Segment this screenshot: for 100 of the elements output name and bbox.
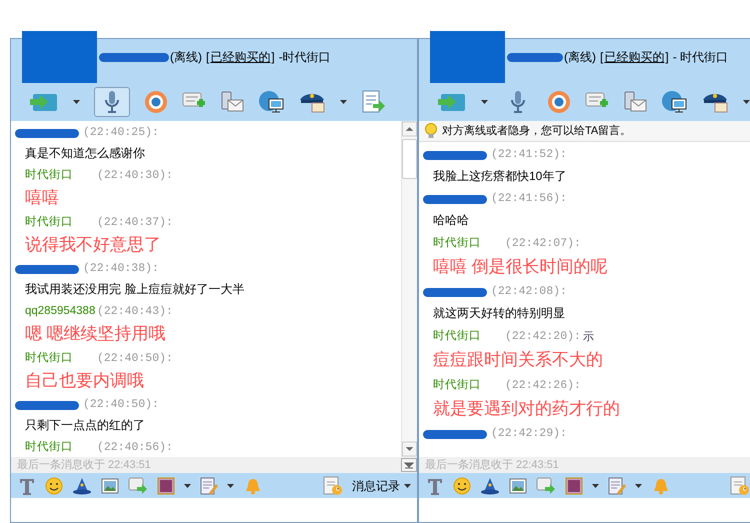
voice-button[interactable]: [94, 87, 130, 117]
sender-name: 时代街口: [25, 168, 74, 184]
status-text: (离线): [564, 49, 596, 66]
status-text: (离线): [170, 49, 202, 66]
bracket-text: ]: [665, 49, 669, 66]
text-format-icon[interactable]: [426, 476, 444, 494]
timestamp: (22:40:50):: [97, 351, 173, 368]
group-link[interactable]: 已经购买的: [210, 48, 270, 66]
timestamp: (22:40:30):: [97, 168, 173, 184]
scrollbar[interactable]: [401, 121, 417, 457]
timestamp: (22:42:29):: [491, 426, 567, 442]
wizard-hat-icon[interactable]: [72, 476, 92, 494]
text-format-icon[interactable]: [18, 476, 36, 494]
scroll-up-icon[interactable]: [402, 121, 417, 137]
sender-name: qq285954388: [25, 304, 93, 320]
timestamp: (22:40:25):: [83, 125, 159, 142]
caret-icon[interactable]: [340, 100, 347, 104]
message-text: 我脸上这疙瘩都快10年了: [432, 168, 568, 185]
message-text: 就是要遇到对的药才行的: [432, 398, 621, 420]
scroll-thumb[interactable]: [402, 139, 417, 179]
phone-mail-icon[interactable]: [220, 91, 244, 113]
sender-name: 时代街口: [433, 328, 482, 344]
webcam-icon[interactable]: [547, 90, 571, 114]
timestamp: (22:40:56):: [97, 440, 173, 456]
redaction-mark: [15, 128, 79, 138]
message-text: 只剩下一点点的红的了: [24, 417, 146, 434]
timestamp: (22:40:43):: [97, 304, 173, 320]
redaction-mark: [507, 52, 563, 62]
redaction-mark: [423, 150, 487, 160]
message-text: 说得我不好意思了: [24, 234, 162, 256]
history-button[interactable]: 消息记录: [352, 476, 417, 494]
bracket-text: [: [206, 49, 210, 66]
message-text: 我试用装还没用完 脸上痘痘就好了一大半: [24, 281, 246, 298]
message-arrow-icon[interactable]: [536, 476, 556, 494]
redaction-mark: [15, 400, 79, 410]
screenshot-icon[interactable]: [157, 476, 175, 494]
smiley-icon[interactable]: [45, 476, 63, 494]
bracket-text: [: [600, 49, 604, 66]
caret-icon[interactable]: [73, 100, 80, 104]
timestamp: (22:42:07):: [505, 236, 581, 252]
timestamp: (22:41:52):: [491, 147, 567, 164]
timestamp: (22:42:08):: [491, 284, 567, 300]
image-icon[interactable]: [101, 476, 119, 494]
timestamp: (22:42:26):: [505, 378, 581, 394]
message-text: 哈哈哈: [432, 212, 470, 229]
sender-name: 时代街口: [433, 236, 482, 252]
message-text: 嘻嘻: [24, 187, 60, 209]
caret-icon[interactable]: [481, 100, 488, 104]
history-icon[interactable]: [323, 476, 343, 496]
message-text: 嘻嘻 倒是很长时间的呢: [432, 256, 609, 278]
police-hat-icon[interactable]: [701, 91, 729, 113]
group-link[interactable]: 已经购买的: [604, 48, 664, 66]
redaction-mark: [15, 264, 79, 274]
redaction-mark: [423, 430, 487, 438]
redaction-mark: [423, 288, 487, 296]
document-arrow-icon[interactable]: [361, 90, 385, 114]
scroll-end-icon[interactable]: [401, 458, 417, 472]
timestamp: (22:40:37):: [97, 215, 173, 232]
message-arrow-icon[interactable]: [128, 476, 148, 494]
timestamp: (22:42:20):: [505, 329, 581, 346]
police-hat-icon[interactable]: [298, 91, 326, 113]
sender-name: 时代街口: [433, 378, 482, 394]
timestamp: (22:41:56):: [491, 191, 567, 208]
lightbulb-icon: [425, 123, 437, 139]
last-received-text: 最后一条消息收于 22:43:51: [424, 458, 560, 473]
message-text: 真是不知道怎么感谢你: [24, 145, 146, 162]
history-icon[interactable]: [730, 476, 750, 496]
timestamp: (22:40:50):: [83, 397, 159, 414]
smiley-icon[interactable]: [453, 476, 471, 494]
message-text: 嗯 嗯继续坚持用哦: [24, 323, 167, 345]
phone-mail-icon[interactable]: [623, 91, 647, 113]
image-icon[interactable]: [509, 476, 527, 494]
globe-monitor-icon[interactable]: [258, 90, 284, 114]
title-text: - 时代街口: [672, 49, 728, 66]
globe-monitor-icon[interactable]: [661, 90, 687, 114]
caret-icon[interactable]: [227, 484, 234, 488]
caret-icon[interactable]: [635, 484, 642, 488]
message-text: 就这两天好转的特别明显: [432, 305, 566, 322]
timestamp: (22:40:38):: [83, 261, 159, 278]
sender-name: 时代街口: [25, 440, 74, 456]
notepad-pencil-icon[interactable]: [608, 476, 626, 494]
sender-name: 时代街口: [25, 214, 74, 230]
caret-icon[interactable]: [184, 484, 191, 488]
title-text: -时代街口: [278, 49, 331, 66]
message-text: 痘痘跟时间关系不大的: [432, 349, 604, 371]
message-text: 自己也要内调哦: [24, 370, 145, 392]
redaction-mark: [423, 194, 487, 204]
notice-text: 对方离线或者隐身，您可以给TA留言。: [442, 124, 632, 139]
wizard-hat-icon[interactable]: [480, 476, 500, 494]
caret-icon[interactable]: [743, 100, 750, 104]
notepad-pencil-icon[interactable]: [200, 476, 218, 494]
bracket-text: ]: [271, 49, 275, 66]
sender-name: 时代街口: [25, 350, 74, 366]
caret-icon: [404, 484, 411, 488]
caret-icon[interactable]: [592, 484, 599, 488]
screenshot-icon[interactable]: [565, 476, 583, 494]
scroll-down-icon[interactable]: [402, 441, 417, 457]
stray-text: 示: [582, 330, 594, 345]
webcam-icon[interactable]: [144, 90, 168, 114]
last-received-text: 最后一条消息收于 22:43:51: [16, 458, 152, 473]
